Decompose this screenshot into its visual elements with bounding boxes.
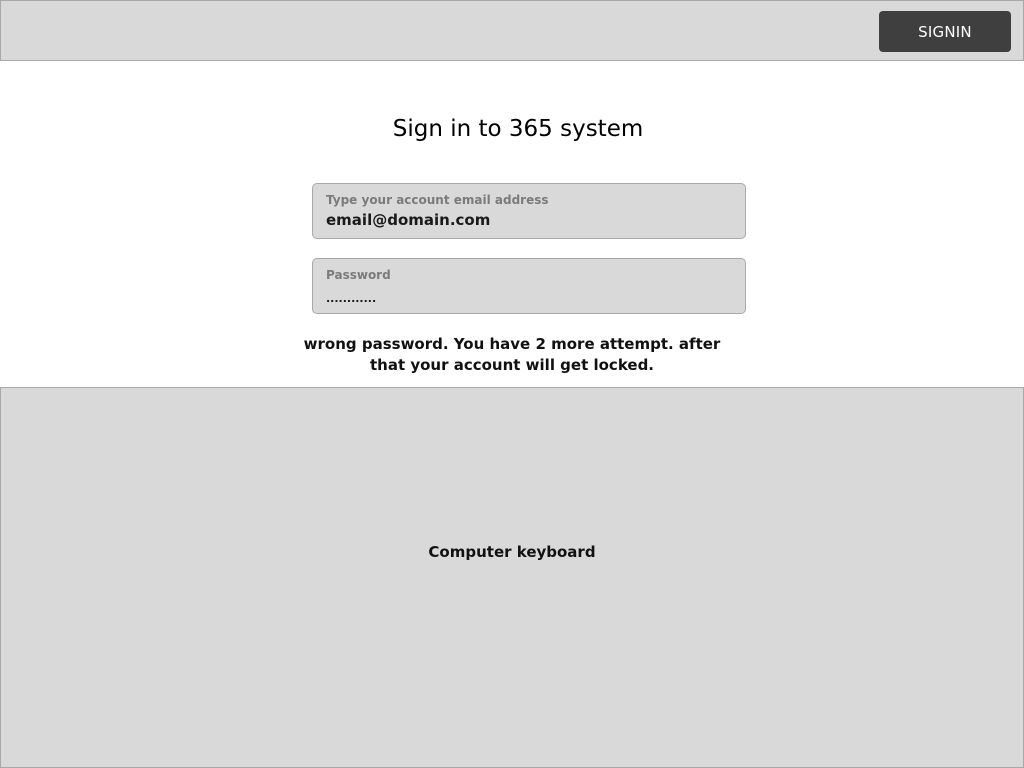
signin-button[interactable]: SIGNIN [879, 11, 1011, 52]
keyboard-label: Computer keyboard [428, 543, 596, 561]
email-field[interactable]: Type your account email address [312, 183, 746, 239]
signin-page: SIGNIN Sign in to 365 system Type your a… [0, 0, 1024, 768]
password-field-label: Password [326, 268, 391, 282]
email-input[interactable] [326, 209, 726, 231]
computer-keyboard-area[interactable]: Computer keyboard [0, 387, 1024, 768]
top-bar: SIGNIN [0, 0, 1024, 61]
password-field[interactable]: Password [312, 258, 746, 314]
password-input[interactable] [326, 287, 726, 309]
error-message: wrong password. You have 2 more attempt.… [303, 335, 721, 374]
email-field-label: Type your account email address [326, 193, 549, 207]
page-title: Sign in to 365 system [392, 116, 644, 142]
